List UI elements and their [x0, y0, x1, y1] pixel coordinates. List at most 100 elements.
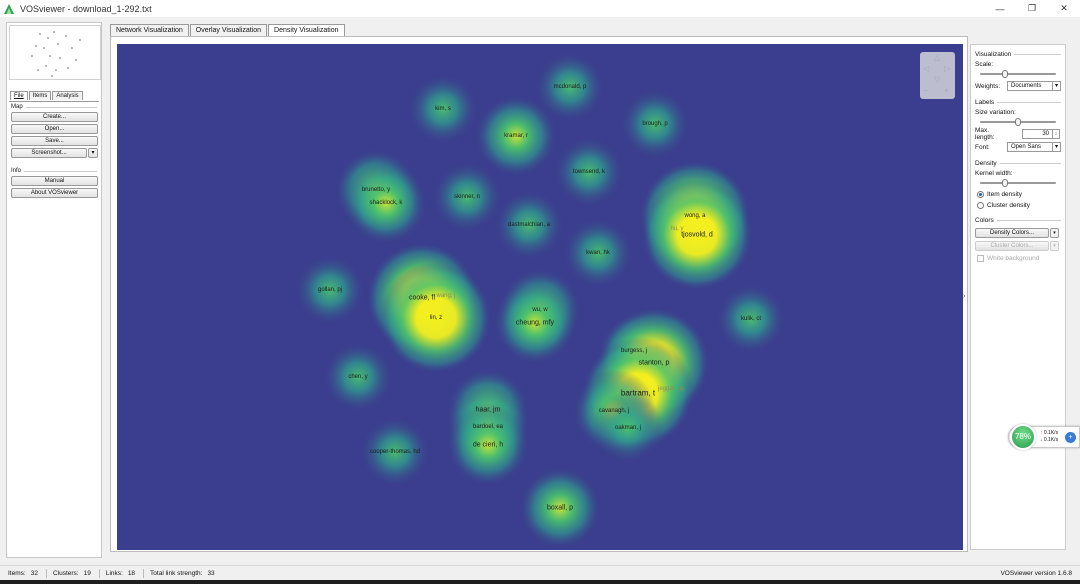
item-label[interactable]: bartram, t	[621, 389, 655, 398]
item-label[interactable]: tjosvold, d	[681, 232, 713, 239]
left-panel: File Items Analysis Map Create... Open..…	[6, 22, 102, 558]
item-label[interactable]: de cieri, h	[473, 442, 503, 449]
item-label[interactable]: bardoel, ea	[473, 424, 503, 430]
minimize-icon[interactable]: —	[984, 0, 1016, 17]
item-label[interactable]: mcdonald, p	[554, 84, 587, 90]
pan-up-icon[interactable]: △	[934, 53, 940, 62]
labels-heading: Labels	[975, 99, 995, 106]
cluster-density-label: Cluster density	[987, 201, 1030, 209]
item-label[interactable]: cheung, mfy	[516, 320, 554, 327]
kernel-width-slider-thumb[interactable]	[1002, 179, 1009, 187]
density-map[interactable]: mcdonald, p kim, s brough, p kramar, r towns…	[117, 44, 963, 550]
zoom-pan-control[interactable]: △ ◁ ▷ ▽ − +	[920, 52, 955, 99]
network-speed-widget[interactable]: 78% ↑ 0.1K/s ↓ 0.1K/s +	[1008, 424, 1080, 450]
map-heading: Map	[11, 104, 23, 110]
white-background-checkbox: White background	[975, 254, 1061, 262]
size-variation-label: Size variation:	[975, 109, 1016, 116]
tab-overlay-visualization[interactable]: Overlay Visualization	[189, 24, 268, 36]
pan-right-icon[interactable]: ▷	[944, 64, 950, 73]
accelerate-icon[interactable]: +	[1065, 432, 1076, 443]
right-panel: Visualization Scale: Weights: Documents …	[970, 44, 1066, 550]
download-row: ↓ 0.1K/s	[1040, 437, 1058, 444]
create-button[interactable]: Create...	[11, 112, 98, 122]
item-label-faint[interactable]: hu, y	[670, 226, 683, 232]
info-heading: Info	[11, 168, 22, 174]
tab-analysis[interactable]: Analysis	[52, 91, 83, 100]
item-label[interactable]: cavanagh, j	[599, 408, 630, 414]
item-label[interactable]: kwan, hk	[586, 250, 610, 256]
item-label-faint[interactable]: wang, j	[436, 293, 455, 299]
file-tab-panel: Map Create... Open... Save... Screenshot…	[9, 101, 99, 553]
item-label[interactable]: lin, z	[430, 315, 442, 321]
open-button[interactable]: Open...	[11, 124, 98, 134]
status-items: Items: 32	[8, 568, 47, 578]
item-label[interactable]: cooke, fl	[409, 295, 435, 302]
restore-icon[interactable]: ❐	[1016, 0, 1048, 17]
item-density-radio[interactable]: Item density	[975, 190, 1061, 198]
item-label[interactable]: skinner, n	[454, 194, 480, 200]
zoom-out-icon[interactable]: −	[923, 86, 928, 95]
cluster-density-radio[interactable]: Cluster density	[975, 201, 1061, 209]
close-icon[interactable]: ✕	[1048, 0, 1080, 17]
vosviewer-logo-icon	[4, 3, 15, 14]
pan-left-icon[interactable]: ◁	[923, 64, 929, 73]
item-label[interactable]: dastmalchian, a	[508, 222, 550, 228]
tab-network-visualization[interactable]: Network Visualization	[110, 24, 189, 36]
weights-select[interactable]: Documents ▾	[1007, 81, 1061, 91]
scale-slider[interactable]	[980, 70, 1056, 78]
item-label[interactable]: gollan, pj	[318, 287, 342, 293]
scale-slider-thumb[interactable]	[1002, 70, 1009, 78]
pan-down-icon[interactable]: ▽	[934, 75, 940, 84]
save-button[interactable]: Save...	[11, 136, 98, 146]
zoom-in-icon[interactable]: +	[944, 86, 949, 95]
item-label[interactable]: chen, y	[348, 374, 367, 380]
item-label[interactable]: kim, s	[435, 106, 451, 112]
about-button[interactable]: About VOSviewer	[11, 188, 98, 198]
divider	[996, 220, 1061, 221]
item-label[interactable]: townsend, k	[573, 169, 605, 175]
size-variation-slider-thumb[interactable]	[1015, 118, 1021, 126]
item-label[interactable]: oakman, j	[615, 425, 641, 431]
tls-label: Total link strength:	[150, 569, 203, 577]
item-label[interactable]: brunetto, y	[362, 187, 390, 193]
screenshot-button[interactable]: Screenshot...	[11, 148, 87, 158]
item-label[interactable]: wu, w	[532, 307, 547, 313]
screenshot-split-button: Screenshot... ▾	[11, 148, 98, 158]
tab-items[interactable]: Items	[28, 91, 52, 100]
window-title: VOSviewer - download_1-292.txt	[20, 3, 152, 14]
item-label-faint[interactable]: jeggat, sg	[658, 386, 684, 392]
version-text: VOSviewer version 1.6.8	[1000, 569, 1072, 577]
max-length-spinner[interactable]: 30 ↕	[1022, 129, 1060, 139]
spinner-arrows-icon[interactable]: ↕	[1052, 130, 1059, 138]
chevron-down-icon[interactable]: ▾	[88, 148, 98, 158]
map-overview[interactable]	[9, 25, 101, 80]
chevron-down-icon[interactable]: ▾	[1050, 228, 1059, 238]
font-select[interactable]: Open Sans ▾	[1007, 142, 1061, 152]
links-value: 18	[127, 569, 136, 577]
collapse-panel-icon[interactable]: ›	[963, 293, 965, 300]
font-row: Font: Open Sans ▾	[975, 142, 1061, 152]
links-label: Links:	[105, 569, 123, 577]
radio-selected-icon	[977, 190, 984, 198]
kernel-width-slider[interactable]	[980, 179, 1056, 187]
item-label[interactable]: burgess, j	[621, 348, 647, 354]
status-clusters: Clusters: 19	[53, 568, 100, 578]
tab-file[interactable]: File	[10, 91, 28, 100]
divider	[999, 163, 1061, 164]
item-label[interactable]: cooper-thomas, hd	[370, 449, 420, 455]
slider-track	[980, 182, 1056, 184]
item-label[interactable]: brough, p	[642, 121, 667, 127]
size-variation-slider[interactable]	[980, 118, 1056, 126]
item-label[interactable]: kramar, r	[504, 133, 528, 139]
item-label[interactable]: shacklock, k	[370, 200, 403, 206]
items-value: 32	[30, 569, 38, 577]
item-label[interactable]: wong, a	[684, 213, 705, 219]
item-label[interactable]: kulik, ct	[741, 316, 761, 322]
density-colors-button[interactable]: Density Colors...	[975, 228, 1049, 238]
item-label[interactable]: stanton, p	[639, 360, 670, 367]
item-label[interactable]: haar, jm	[476, 407, 501, 414]
status-links: Links: 18	[105, 568, 145, 578]
window-controls: — ❐ ✕	[984, 0, 1080, 17]
manual-button[interactable]: Manual	[11, 176, 98, 186]
item-label[interactable]: boxall, p	[547, 505, 573, 512]
